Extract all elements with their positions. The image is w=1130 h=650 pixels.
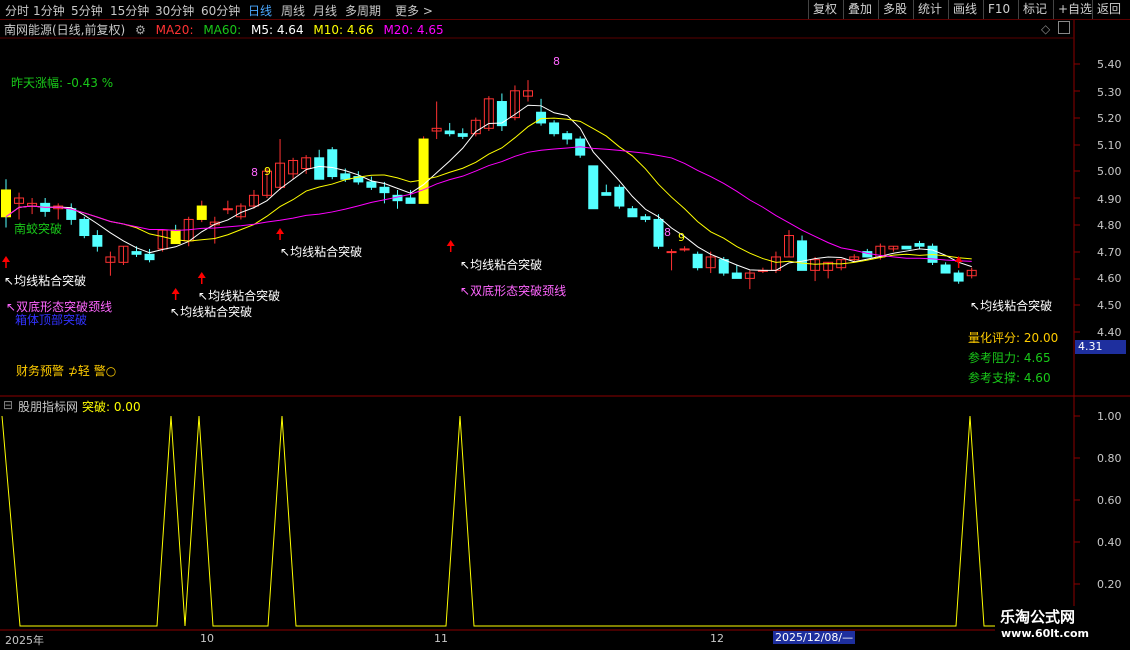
candle-body	[536, 111, 547, 124]
tuoyan-label: 箱体顶部突破	[15, 313, 88, 327]
candle-body	[901, 245, 912, 250]
candle-body	[731, 272, 742, 279]
signal-arrow	[276, 228, 285, 234]
indicator-tick: 0.60	[1097, 494, 1122, 507]
candle-body	[327, 149, 338, 178]
candle-body	[314, 157, 325, 180]
price-tick: 5.10	[1097, 139, 1122, 152]
indicator-title: 股朋指标网	[18, 400, 79, 414]
count-eight: 8	[553, 55, 560, 68]
watermark-site: 乐淘公式网	[1000, 608, 1076, 626]
indicator-line	[1, 415, 1074, 627]
indicator-tick: 1.00	[1097, 410, 1122, 423]
signal-arrow	[2, 256, 10, 262]
finance-warning: 财务预警 ⊅轻 警○	[16, 364, 117, 378]
candle-body	[588, 165, 599, 210]
price-tick: 4.50	[1097, 299, 1122, 312]
price-tick: 4.80	[1097, 219, 1122, 232]
count-nine: 9	[264, 165, 271, 178]
candle-body	[640, 216, 651, 220]
candle-body	[679, 248, 690, 251]
date-label: 12	[710, 632, 724, 645]
candle-body	[92, 235, 103, 247]
indicator-tick: 0.20	[1097, 578, 1122, 591]
jiaolong-label: 南蛟突破	[14, 222, 63, 236]
candle-body	[366, 181, 377, 188]
junxian-label: ↖均线粘合突破	[170, 305, 253, 319]
shuangdi-label: ↖双底形态突破颈线	[460, 284, 567, 298]
candle-body	[653, 218, 664, 247]
junxian-label: ↖均线粘合突破	[198, 289, 281, 303]
candle-body	[940, 264, 951, 274]
support-level: 参考支撑: 4.60	[968, 371, 1051, 385]
candle-body	[379, 186, 390, 194]
indicator-value: 突破: 0.00	[82, 400, 141, 414]
signal-arrow	[197, 272, 206, 278]
resistance-level: 参考阻力: 4.65	[968, 351, 1051, 365]
candle-body	[196, 205, 207, 220]
candle-body	[496, 101, 507, 127]
yesterday-change: 昨天涨幅: -0.43 %	[11, 76, 114, 90]
candle-body	[340, 173, 351, 180]
watermark-url: www.60lt.com	[1001, 627, 1090, 640]
candle-body	[79, 218, 90, 237]
candle-body	[666, 251, 677, 254]
quant-score: 量化评分: 20.00	[968, 331, 1059, 345]
price-ticks-group	[1074, 63, 1080, 585]
indicator-line-group	[1, 415, 1074, 627]
indicator-tick: 0.80	[1097, 452, 1122, 465]
junxian-label: ↖均线粘合突破	[4, 274, 87, 288]
candle-body	[418, 138, 429, 204]
signal-arrow	[171, 288, 180, 294]
price-tick: 5.40	[1097, 58, 1122, 71]
candle-body	[718, 259, 729, 274]
candle-body	[549, 122, 560, 135]
junxian-label: ↖均线粘合突破	[460, 258, 543, 272]
candle-body	[797, 240, 808, 271]
candle-body	[953, 272, 964, 282]
candle-body	[692, 253, 703, 269]
price-tick: 5.00	[1097, 165, 1122, 178]
date-label: 10	[200, 632, 214, 645]
junxian-label: ↖均线粘合突破	[280, 245, 363, 259]
candle-body	[601, 192, 612, 196]
date-label: 2025年	[5, 634, 44, 647]
count-eight: 8	[251, 166, 258, 179]
candle-body	[1, 189, 11, 218]
count-eight: 8	[664, 226, 671, 239]
candle-body	[405, 197, 416, 204]
watermark: 乐淘公式网 www.60lt.com	[995, 606, 1130, 650]
price-tick: 5.30	[1097, 86, 1122, 99]
price-tick: 4.90	[1097, 193, 1122, 206]
collapse-icon[interactable]: ⊟	[3, 398, 13, 412]
candle-body	[170, 229, 181, 245]
price-tick: 5.20	[1097, 112, 1122, 125]
junxian-label: ↖均线粘合突破	[970, 299, 1053, 313]
indicator-tick: 0.40	[1097, 536, 1122, 549]
count-nine: 9	[678, 231, 685, 244]
candle-body	[614, 186, 625, 207]
candle-body	[627, 208, 638, 218]
candle-body	[444, 130, 455, 135]
price-tick: 4.60	[1097, 272, 1122, 285]
candle-body	[144, 253, 155, 261]
current-price-badge: 4.31	[1075, 340, 1126, 354]
date-cursor: 2025/12/08/—	[773, 631, 856, 644]
price-tick: 4.70	[1097, 246, 1122, 259]
candle-body	[457, 133, 468, 137]
candle-body	[914, 243, 925, 247]
price-tick: 4.40	[1097, 326, 1122, 339]
date-label: 11	[434, 632, 448, 645]
chart-canvas	[0, 20, 1130, 632]
candle-body	[562, 133, 573, 140]
candle-body	[131, 251, 142, 255]
ma-line	[5, 146, 972, 262]
candle-body	[222, 208, 233, 211]
signal-arrow	[446, 240, 455, 246]
